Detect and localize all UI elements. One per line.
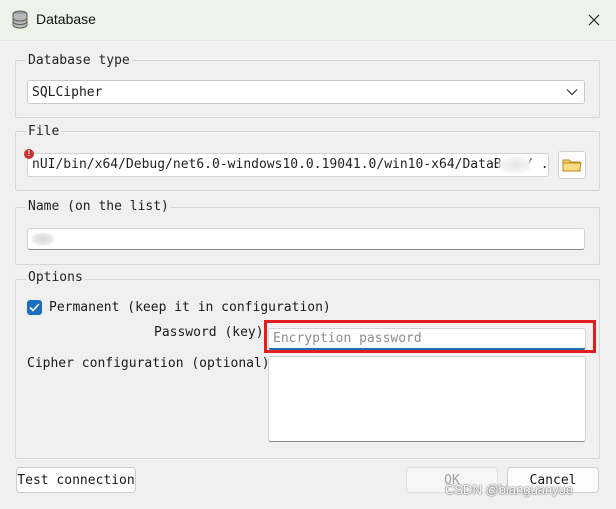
name-input[interactable] [27, 228, 585, 250]
folder-icon [562, 159, 582, 172]
close-button[interactable] [572, 0, 616, 40]
browse-file-button[interactable] [558, 151, 586, 179]
permanent-label[interactable]: Permanent (keep it in configuration) [49, 300, 331, 315]
cipher-configuration-input[interactable] [268, 356, 586, 442]
file-label: File [26, 124, 62, 139]
password-input[interactable] [268, 328, 586, 350]
redacted-region [498, 156, 532, 174]
options-label: Options [26, 270, 85, 285]
checkmark-icon [29, 303, 40, 312]
watermark-text: CSDN @bianguanyue [445, 482, 574, 497]
file-path-field[interactable]: nUI/bin/x64/Debug/net6.0-windows10.0.190… [27, 153, 549, 177]
test-connection-button[interactable]: Test connection [16, 467, 136, 493]
window-title: Database [36, 11, 96, 27]
error-icon: ! [24, 149, 34, 159]
database-type-value: SQLCipher [32, 84, 103, 100]
password-label: Password (key) [154, 325, 264, 340]
title-bar: Database [0, 0, 616, 41]
close-icon [588, 14, 600, 26]
redacted-region [31, 232, 55, 246]
cipher-configuration-label: Cipher configuration (optional) [27, 356, 270, 371]
chevron-down-icon [566, 89, 578, 96]
name-label: Name (on the list) [26, 199, 171, 214]
database-icon [11, 10, 29, 30]
database-type-select[interactable]: SQLCipher [27, 80, 585, 104]
permanent-checkbox[interactable] [27, 300, 42, 315]
database-type-label: Database type [26, 53, 132, 68]
